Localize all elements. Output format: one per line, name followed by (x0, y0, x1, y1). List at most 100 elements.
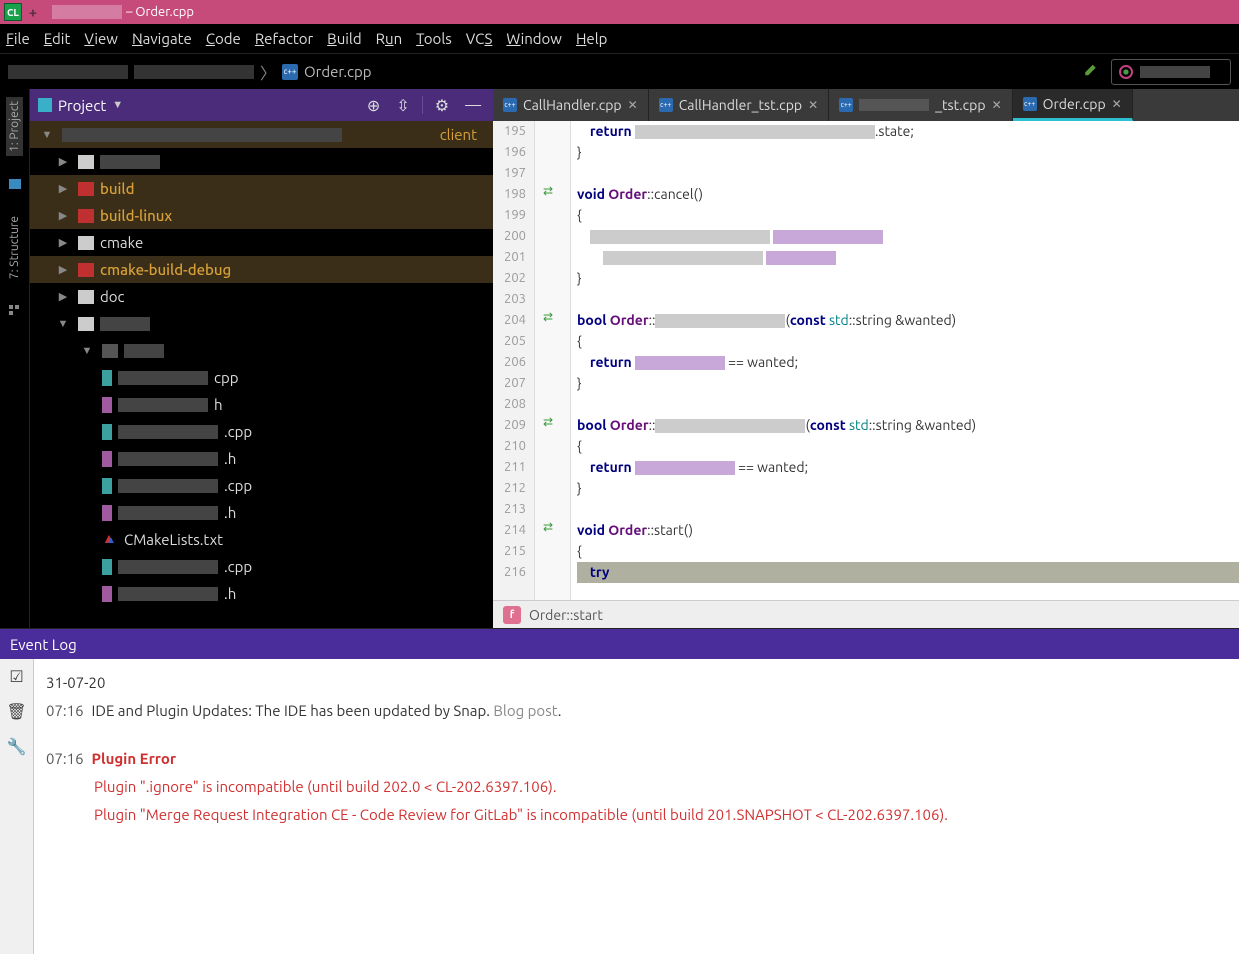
close-icon[interactable]: ✕ (1112, 97, 1122, 111)
redacted-path (8, 65, 128, 79)
run-config-selector[interactable] (1111, 59, 1231, 85)
menu-help[interactable]: Help (576, 30, 607, 47)
tree-folder[interactable]: ▼ (30, 337, 493, 364)
editor-tabs: c++ CallHandler.cpp ✕ c++ CallHandler_ts… (493, 89, 1239, 121)
dropdown-icon[interactable]: ▼ (112, 99, 123, 111)
event-log-panel: Event Log ☑ 🗑 🔧 31-07-20 07:16 IDE and P… (0, 628, 1239, 954)
menu-tools[interactable]: Tools (416, 30, 452, 47)
folder-icon (78, 290, 94, 304)
event-log-header[interactable]: Event Log (0, 629, 1239, 659)
tree-file[interactable]: cpp (30, 364, 493, 391)
structure-strip-icon (7, 303, 23, 319)
project-tree[interactable]: ▼ client ▶ ▶ build ▶ build-linux ▶ cmake (30, 121, 493, 628)
navigation-bar: 〉 c++ Order.cpp (0, 54, 1239, 89)
tree-file[interactable]: h (30, 391, 493, 418)
tree-folder-build[interactable]: ▶ build (30, 175, 493, 202)
tree-folder-build-linux[interactable]: ▶ build-linux (30, 202, 493, 229)
tool-project[interactable]: 1: Project (6, 97, 23, 156)
window-tab[interactable]: – Order.cpp (42, 0, 204, 24)
tree-file[interactable]: .h (30, 499, 493, 526)
settings-icon[interactable]: ⚙ (431, 96, 453, 115)
tree-file[interactable]: .h (30, 580, 493, 607)
editor-area: c++ CallHandler.cpp ✕ c++ CallHandler_ts… (493, 89, 1239, 628)
log-timestamp: 07:16 (46, 697, 84, 725)
vcs-change-icon[interactable]: ⇄ (543, 184, 553, 198)
menu-file[interactable]: File (6, 30, 30, 47)
tree-file[interactable]: .cpp (30, 472, 493, 499)
tree-root[interactable]: ▼ client (30, 121, 493, 148)
tree-file[interactable]: .cpp (30, 418, 493, 445)
tab-label: CallHandler_tst.cpp (679, 97, 802, 113)
menu-refactor[interactable]: Refactor (255, 30, 313, 47)
tab-callhandler[interactable]: c++ CallHandler.cpp ✕ (493, 89, 649, 121)
tab-redacted-tst[interactable]: c++ _tst.cpp ✕ (829, 89, 1012, 121)
tab-label: CallHandler.cpp (523, 97, 622, 113)
new-tab-button[interactable]: + (24, 3, 42, 21)
event-log-content[interactable]: 31-07-20 07:16 IDE and Plugin Updates: T… (34, 659, 1239, 954)
project-icon (38, 98, 52, 112)
menu-edit[interactable]: Edit (44, 30, 71, 47)
tool-structure[interactable]: 7: Structure (6, 212, 23, 283)
tree-folder-cmake[interactable]: ▶ cmake (30, 229, 493, 256)
log-error-detail: Plugin ".ignore" is incompatible (until … (46, 773, 1227, 801)
close-icon[interactable]: ✕ (628, 98, 638, 112)
folder-icon (78, 182, 94, 196)
log-message: IDE and Plugin Updates: The IDE has been… (92, 702, 494, 719)
project-title: Project (58, 97, 106, 114)
tree-folder[interactable]: ▶ (30, 148, 493, 175)
locate-icon[interactable]: ⊕ (363, 96, 384, 115)
cpp-file-icon: c++ (503, 98, 517, 112)
cpp-file-icon: c++ (1023, 97, 1037, 111)
menu-navigate[interactable]: Navigate (132, 30, 192, 47)
folder-icon (78, 209, 94, 223)
breadcrumb-function: Order::start (529, 607, 603, 623)
folder-icon (78, 155, 94, 169)
tree-folder-doc[interactable]: ▶ doc (30, 283, 493, 310)
code-editor[interactable]: 195196197 198199200 201202203 204205206 … (493, 121, 1239, 600)
log-link[interactable]: Blog post (493, 702, 557, 719)
menu-build[interactable]: Build (327, 30, 361, 47)
settings-icon[interactable]: 🔧 (7, 737, 27, 756)
tree-label: build-linux (100, 207, 172, 224)
hide-icon[interactable]: — (461, 96, 485, 114)
cpp-file-icon: c++ (839, 98, 853, 112)
tree-folder-cmake-build-debug[interactable]: ▶ cmake-build-debug (30, 256, 493, 283)
tab-order[interactable]: c++ Order.cpp ✕ (1013, 89, 1133, 121)
breadcrumb-sep: 〉 (260, 60, 276, 84)
tab-callhandler-tst[interactable]: c++ CallHandler_tst.cpp ✕ (649, 89, 829, 121)
mark-read-icon[interactable]: ☑ (9, 667, 23, 686)
editor-breadcrumb[interactable]: f Order::start (493, 600, 1239, 628)
menu-vcs[interactable]: VCS (466, 30, 493, 47)
gutter-icons: ⇄ ⇄ ⇄ ⇄ (535, 121, 571, 600)
vcs-change-icon[interactable]: ⇄ (543, 310, 553, 324)
breadcrumb[interactable]: 〉 c++ Order.cpp (8, 60, 372, 84)
left-tool-strip: 1: Project 7: Structure (0, 89, 30, 628)
vcs-change-icon[interactable]: ⇄ (543, 415, 553, 429)
menu-view[interactable]: View (84, 30, 118, 47)
vcs-change-icon[interactable]: ⇄ (543, 520, 553, 534)
project-strip-icon (7, 176, 23, 192)
collapse-icon[interactable]: ⇳ (392, 96, 413, 115)
tree-file-cmakelists[interactable]: CMakeLists.txt (30, 526, 493, 553)
app-icon: CL (4, 3, 22, 21)
build-icon[interactable] (1083, 61, 1101, 83)
clear-icon[interactable]: 🗑 (6, 702, 26, 721)
log-error-title: Plugin Error (92, 745, 176, 773)
log-date: 31-07-20 (46, 669, 1227, 697)
tree-file[interactable]: .h (30, 445, 493, 472)
tree-file[interactable]: .cpp (30, 553, 493, 580)
function-badge-icon: f (503, 606, 521, 624)
tree-folder[interactable]: ▼ (30, 310, 493, 337)
close-icon[interactable]: ✕ (808, 98, 818, 112)
log-error-detail: Plugin "Merge Request Integration CE - C… (46, 801, 1227, 829)
menu-code[interactable]: Code (206, 30, 241, 47)
redacted-run-config (1140, 66, 1210, 78)
breadcrumb-file: Order.cpp (304, 63, 372, 80)
menu-window[interactable]: Window (506, 30, 562, 47)
menu-run[interactable]: Run (376, 30, 403, 47)
code-body[interactable]: return .state; } void Order::cancel() { … (571, 121, 1239, 600)
close-icon[interactable]: ✕ (992, 98, 1002, 112)
tree-label: cmake (100, 234, 143, 251)
tree-label: cmake-build-debug (100, 261, 231, 278)
project-header: Project ▼ ⊕ ⇳ ⚙ — (30, 89, 493, 121)
